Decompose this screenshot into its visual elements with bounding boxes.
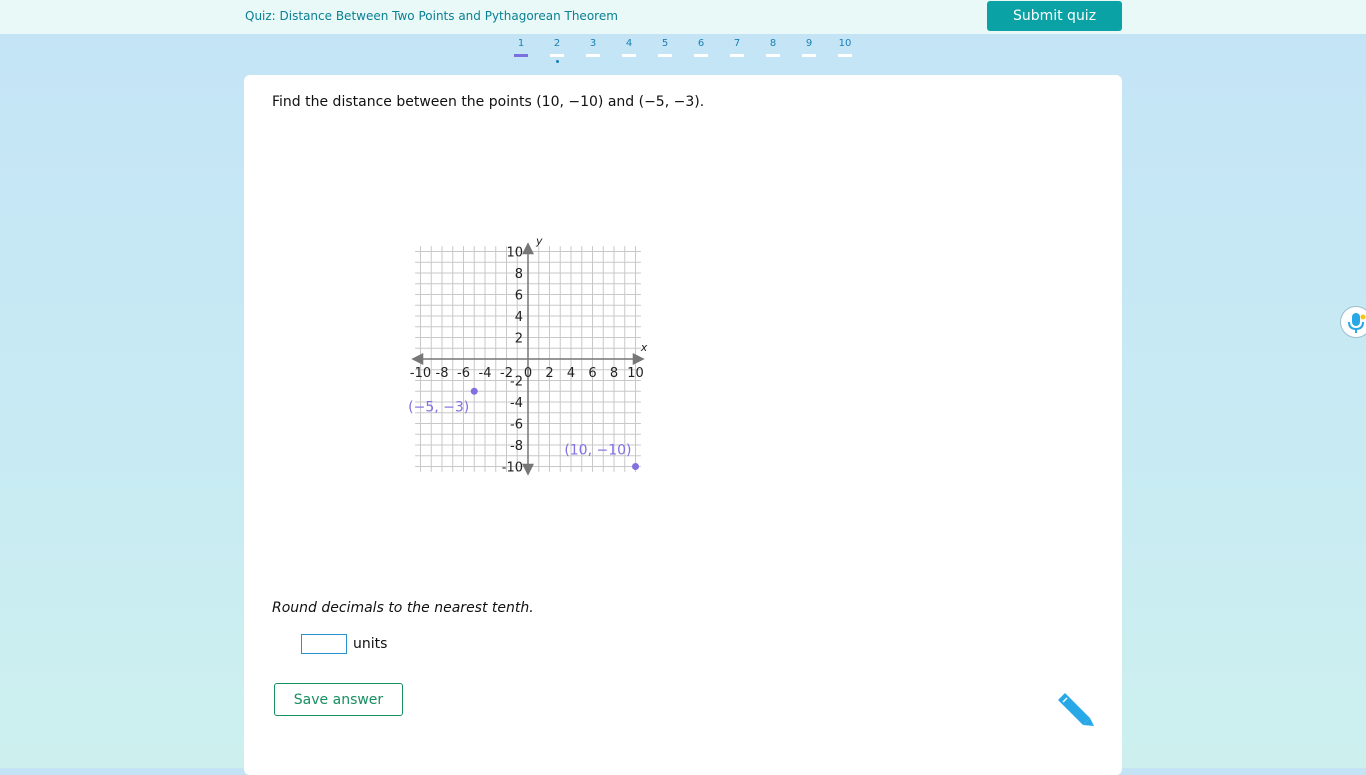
y-tick-label: -4 [510,396,523,411]
question-indicator [514,54,528,57]
question-nav-item-3[interactable]: 3 [585,38,601,57]
question-nav-item-1[interactable]: 1 [513,38,529,57]
question-indicator [802,54,816,57]
x-tick-label: 2 [545,366,553,381]
x-tick-label: -4 [479,366,492,381]
question-indicator [586,54,600,57]
question-indicator [622,54,636,57]
coordinate-plane: xy-10 -8 -6 -4 -2 0 2 4 6 8 10108642-2-4-6-8-10(−5… [408,234,648,476]
x-tick-label: 0 [524,366,532,381]
question-card: Find the distance between the points (10… [244,75,1122,775]
units-label: units [353,636,388,652]
x-axis-arrow-right [632,353,645,365]
y-tick-label: -10 [502,461,523,476]
question-indicator [730,54,744,57]
question-nav-item-5[interactable]: 5 [657,38,673,57]
question-number: 8 [769,38,777,49]
x-tick-label: 8 [610,366,618,381]
question-nav-item-4[interactable]: 4 [621,38,637,57]
top-bar: Quiz: Distance Between Two Points and Py… [0,0,1366,34]
x-tick-label: -10 [410,366,431,381]
question-number: 1 [517,38,525,49]
y-axis-arrow-up [522,242,534,255]
y-tick-label: 2 [515,332,523,347]
answer-input[interactable] [301,634,347,654]
y-tick-label: 8 [515,267,523,282]
question-number: 6 [697,38,705,49]
y-tick-label: 10 [506,246,523,261]
microphone-icon [1348,313,1366,333]
y-tick-label: -8 [510,439,523,454]
question-nav-item-10[interactable]: 10 [837,38,853,57]
x-axis-arrow-left [411,353,424,365]
question-number: 7 [733,38,741,49]
quiz-title: Quiz: Distance Between Two Points and Py… [245,9,618,23]
x-tick-label: 4 [567,366,575,381]
question-indicator [766,54,780,57]
question-number: 10 [838,38,852,49]
question-number: 3 [589,38,597,49]
x-axis-label: x [640,341,648,354]
question-nav-item-6[interactable]: 6 [693,38,709,57]
question-navigation: 1 2 3 4 5 6 7 8 9 10 [0,38,1366,68]
question-nav-item-8[interactable]: 8 [765,38,781,57]
question-nav-item-2[interactable]: 2 [549,38,565,63]
y-tick-label: -2 [510,375,523,390]
y-tick-label: 4 [515,310,523,325]
submit-quiz-button[interactable]: Submit quiz [987,1,1122,31]
x-tick-label: -6 [457,366,470,381]
rounding-instruction: Round decimals to the nearest tenth. [272,600,534,616]
save-answer-button[interactable]: Save answer [274,683,403,716]
question-number: 2 [553,38,561,49]
question-indicator [658,54,672,57]
y-axis-arrow-down [522,463,534,476]
question-indicator [838,54,852,57]
microphone-button[interactable] [1340,306,1366,338]
y-tick-label: -6 [510,418,523,433]
question-nav-item-9[interactable]: 9 [801,38,817,57]
question-number: 4 [625,38,633,49]
y-tick-label: 6 [515,289,523,304]
point-label: (10, −10) [564,443,631,459]
y-axis-label: y [535,234,543,247]
question-prompt: Find the distance between the points (10… [272,94,705,110]
x-tick-label: 10 [627,366,644,381]
question-indicator [694,54,708,57]
x-tick-label: -8 [436,366,449,381]
x-tick-label: 6 [588,366,596,381]
question-number: 5 [661,38,669,49]
question-nav-item-7[interactable]: 7 [729,38,745,57]
data-point [470,387,478,395]
pencil-icon[interactable] [1057,689,1097,729]
question-number: 9 [805,38,813,49]
point-label: (−5, −3) [408,399,469,415]
current-dot [555,60,559,63]
question-indicator [550,54,564,57]
data-point [632,463,639,470]
